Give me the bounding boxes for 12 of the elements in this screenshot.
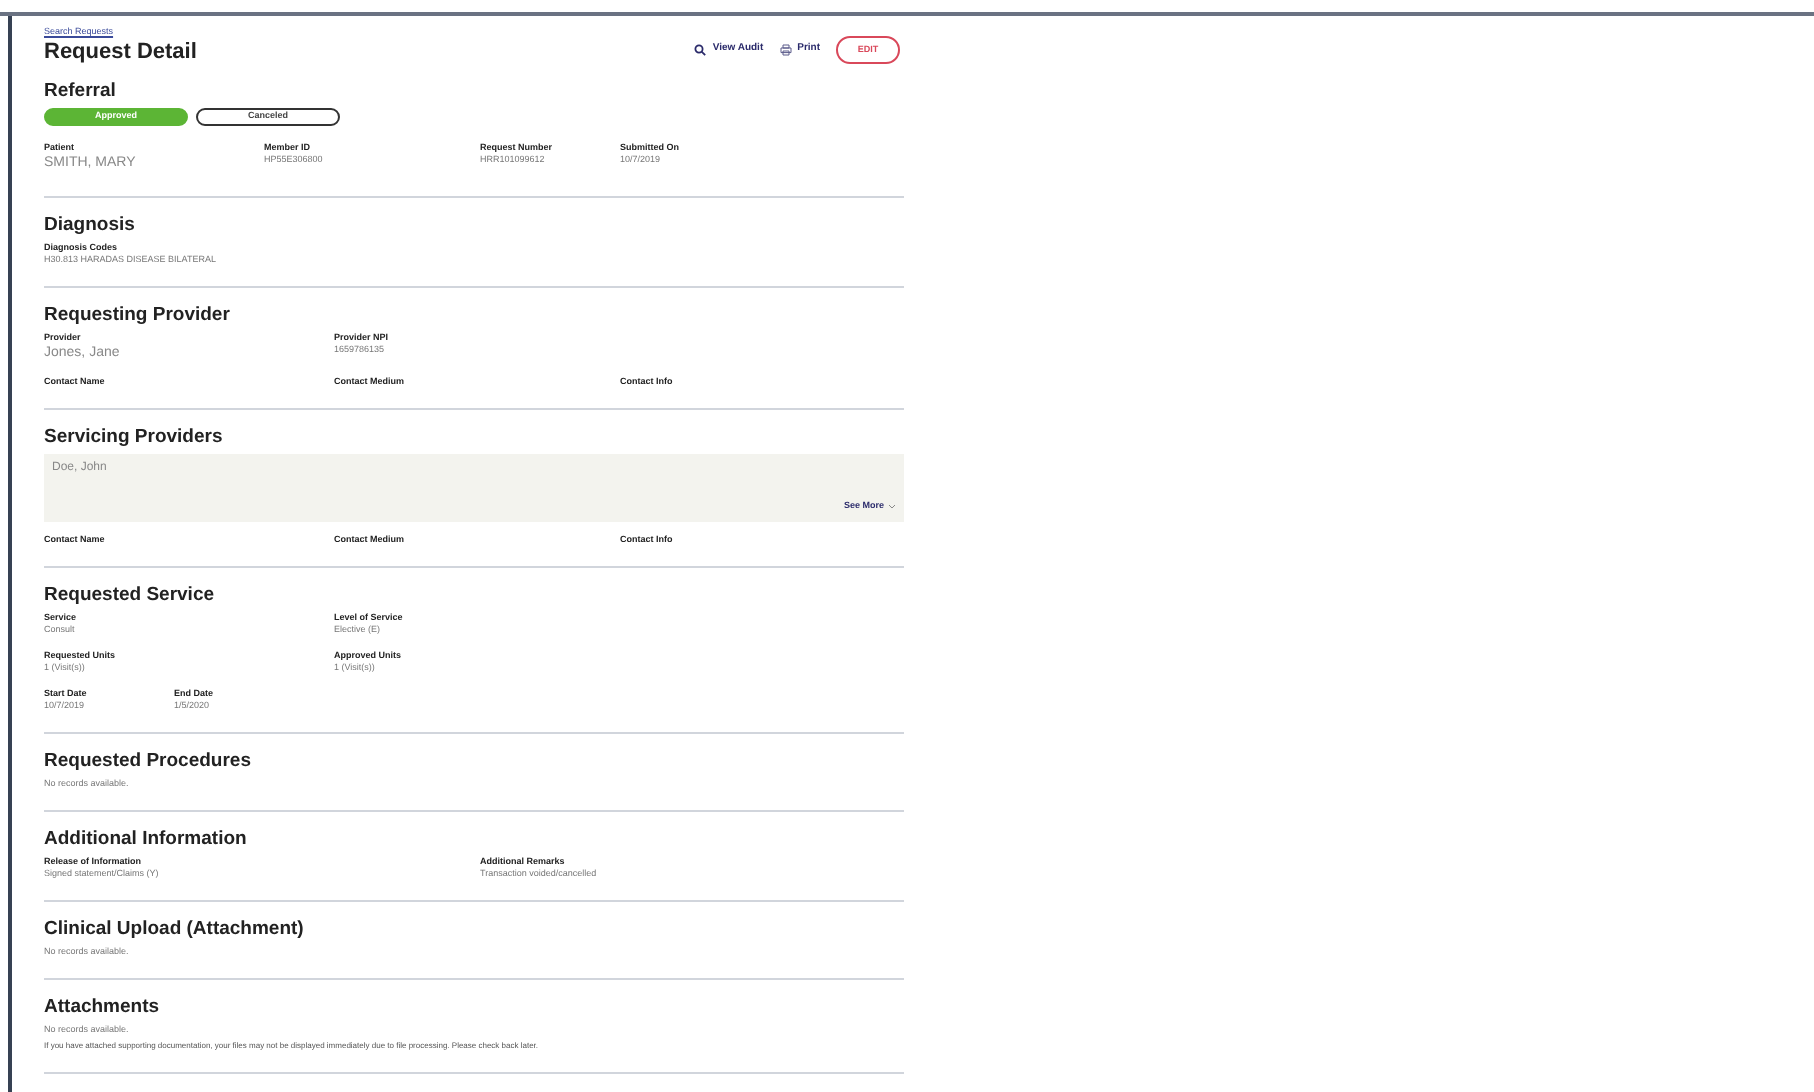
section-heading: Clinical Upload (Attachment) [44,918,306,942]
section-heading: Diagnosis [44,214,137,238]
section-heading: Servicing Providers [44,426,225,450]
section-heading: Additional Information [44,828,249,852]
search-icon [694,44,707,56]
section-heading: Referral [44,80,118,104]
page-title: Request Detail [44,38,197,66]
section-heading: Requesting Provider [44,304,232,328]
printer-icon [779,44,792,56]
section-heading: Requested Procedures [44,750,253,774]
section-heading: Requested Service [44,584,217,608]
section-heading: Attachments [44,996,162,1020]
